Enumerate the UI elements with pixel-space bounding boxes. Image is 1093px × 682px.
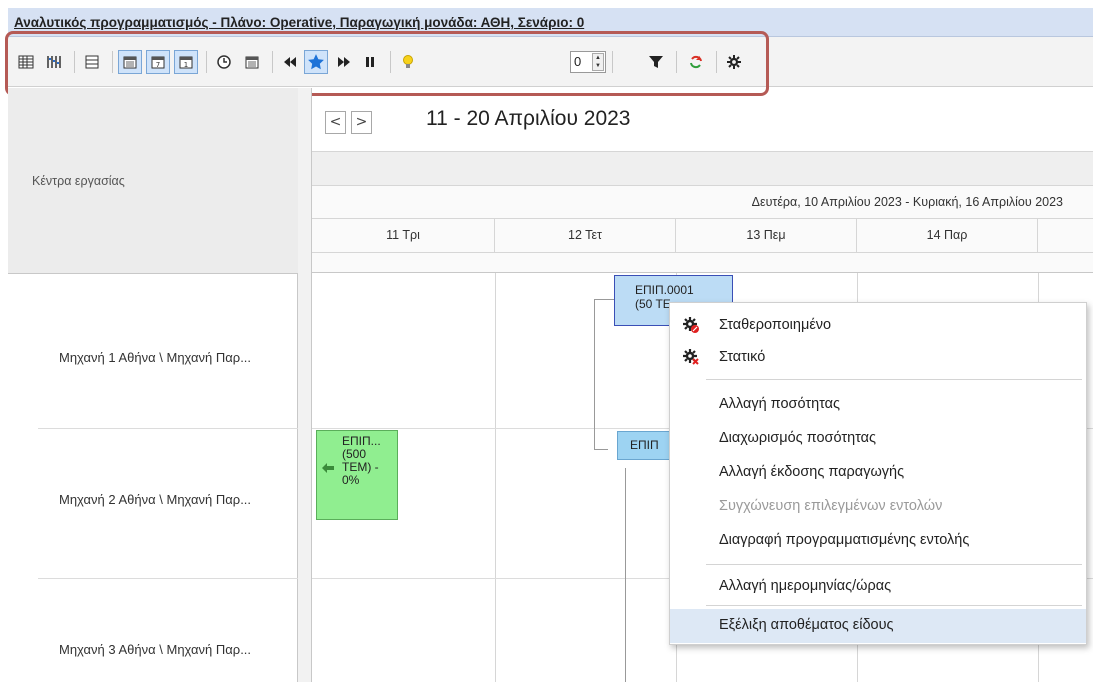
dependency-connector bbox=[594, 449, 608, 450]
day-label: 11 Τρι bbox=[386, 228, 420, 242]
prev-arrow-icon: < bbox=[329, 114, 342, 130]
dependency-connector bbox=[594, 299, 614, 300]
day-header: 14 Παρ bbox=[857, 219, 1038, 253]
machine-label: Μηχανή 3 Αθήνα \ Μηχανή Παρ... bbox=[59, 642, 252, 657]
task-progress: 0% bbox=[342, 473, 360, 487]
sub-header-row bbox=[312, 253, 1093, 273]
menu-item-change-version[interactable]: Αλλαγή έκδοσης παραγωγής bbox=[670, 456, 1086, 488]
next-arrow-icon: > bbox=[355, 114, 368, 130]
menu-item-merge-orders[interactable]: Συγχώνευση επιλεγμένων εντολών bbox=[670, 490, 1086, 522]
menu-item-label: Στατικό bbox=[719, 349, 766, 365]
production-order-task[interactable]: ΕΠΙΠ... (500 ΤΕΜ) - 0% bbox=[316, 430, 398, 520]
week-header: Δευτέρα, 10 Απριλίου 2023 - Κυριακή, 16 … bbox=[312, 185, 1093, 219]
machine-label: Μηχανή 2 Αθήνα \ Μηχανή Παρ... bbox=[59, 492, 252, 507]
gear-stop-icon bbox=[683, 317, 699, 333]
machine-row-2[interactable]: Μηχανή 2 Αθήνα \ Μηχανή Παρ... bbox=[8, 492, 298, 507]
menu-item-label: Διαχωρισμός ποσότητας bbox=[719, 430, 877, 446]
menu-item-split-quantity[interactable]: Διαχωρισμός ποσότητας bbox=[670, 422, 1086, 454]
menu-item-change-datetime[interactable]: Αλλαγή ημερομηνίας/ώρας bbox=[670, 570, 1086, 602]
menu-item-label: Αλλαγή ημερομηνίας/ώρας bbox=[719, 578, 892, 594]
machine-row-1[interactable]: Μηχανή 1 Αθήνα \ Μηχανή Παρ... bbox=[8, 350, 298, 365]
row-divider bbox=[38, 578, 298, 579]
menu-item-label: Αλλαγή έκδοσης παραγωγής bbox=[719, 464, 905, 480]
menu-separator bbox=[706, 379, 1082, 380]
menu-separator bbox=[706, 605, 1082, 606]
menu-item-label: Αλλαγή ποσότητας bbox=[719, 396, 841, 412]
menu-item-stock-evolution[interactable]: Εξέλιξη αποθέματος είδους bbox=[670, 609, 1086, 643]
menu-item-fixed[interactable]: Σταθεροποιημένο bbox=[670, 309, 1086, 341]
row-divider bbox=[38, 428, 298, 429]
day-header: 13 Πεμ bbox=[676, 219, 857, 253]
task-code: ΕΠΙΠ bbox=[630, 438, 659, 452]
task-code: ΕΠΙΠ.0001 bbox=[635, 283, 694, 297]
week-label: Δευτέρα, 10 Απριλίου 2023 - Κυριακή, 16 … bbox=[751, 195, 1063, 209]
toolbar-highlight bbox=[5, 31, 769, 96]
grid-line bbox=[495, 273, 496, 682]
menu-item-label: Διαγραφή προγραμματισμένης εντολής bbox=[719, 532, 970, 548]
production-order-task[interactable]: ΕΠΙΠ bbox=[617, 431, 677, 460]
next-period-button[interactable]: > bbox=[351, 111, 372, 134]
dependency-connector bbox=[594, 299, 595, 450]
menu-item-static[interactable]: Στατικό bbox=[670, 341, 1086, 373]
work-centers-header-label: Κέντρα εργασίας bbox=[32, 174, 125, 188]
work-centers-header: Κέντρα εργασίας bbox=[8, 88, 298, 274]
machine-row-3[interactable]: Μηχανή 3 Αθήνα \ Μηχανή Παρ... bbox=[8, 642, 298, 657]
menu-item-label: Σταθεροποιημένο bbox=[719, 317, 832, 333]
menu-item-label: Συγχώνευση επιλεγμένων εντολών bbox=[719, 498, 943, 514]
date-range-title: 11 - 20 Απριλίου 2023 bbox=[426, 107, 631, 130]
prev-period-button[interactable]: < bbox=[325, 111, 346, 134]
menu-item-change-quantity[interactable]: Αλλαγή ποσότητας bbox=[670, 388, 1086, 420]
gear-x-icon bbox=[683, 349, 699, 365]
arrow-left-icon bbox=[322, 463, 334, 473]
header-band bbox=[312, 151, 1093, 185]
machine-label: Μηχανή 1 Αθήνα \ Μηχανή Παρ... bbox=[59, 350, 252, 365]
day-label: 13 Πεμ bbox=[746, 228, 786, 242]
panel-splitter[interactable] bbox=[298, 88, 312, 682]
context-menu: Σταθεροποιημένο Στατικό Αλλαγή ποσότητας… bbox=[669, 302, 1087, 645]
menu-item-label: Εξέλιξη αποθέματος είδους bbox=[719, 617, 894, 633]
menu-separator bbox=[706, 564, 1082, 565]
day-label: 14 Παρ bbox=[926, 228, 968, 242]
window-title-text: Αναλυτικός προγραμματισμός - Πλάνο: Oper… bbox=[14, 15, 585, 30]
work-centers-panel: Κέντρα εργασίας Μηχανή 1 Αθήνα \ Μηχανή … bbox=[8, 88, 298, 682]
menu-item-delete-order[interactable]: Διαγραφή προγραμματισμένης εντολής bbox=[670, 524, 1086, 556]
day-header-row: 11 Τρι 12 Τετ 13 Πεμ 14 Παρ bbox=[312, 219, 1093, 253]
dependency-connector bbox=[625, 468, 626, 682]
day-header: 11 Τρι bbox=[312, 219, 495, 253]
day-label: 12 Τετ bbox=[568, 228, 602, 242]
day-header: 12 Τετ bbox=[495, 219, 676, 253]
